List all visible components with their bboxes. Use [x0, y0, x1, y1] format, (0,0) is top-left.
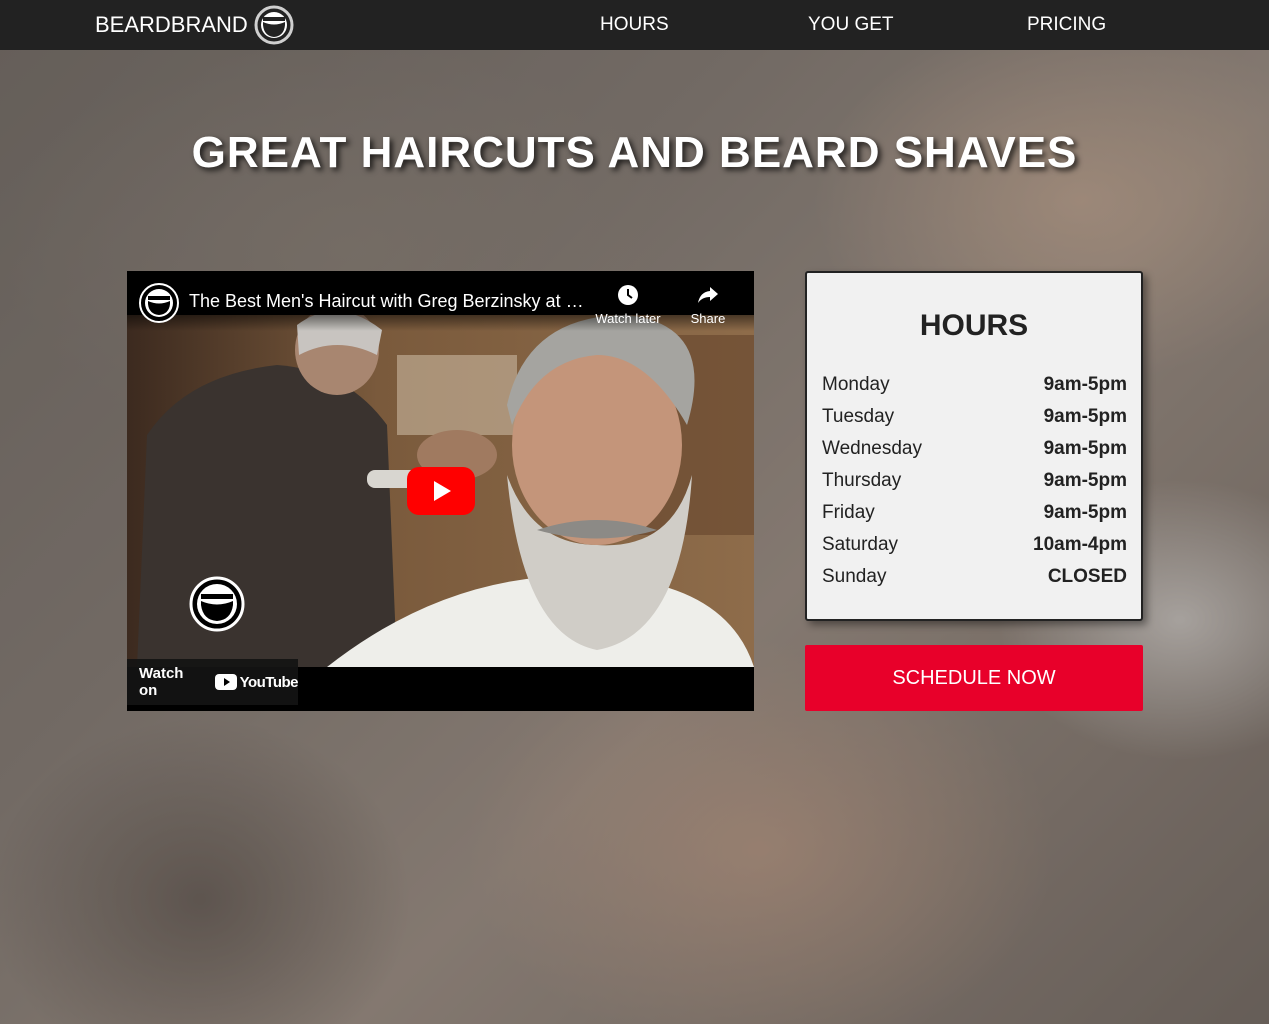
hours-time: 9am-5pm [1043, 406, 1127, 427]
hours-row-sunday: Sunday CLOSED [822, 561, 1127, 593]
day-label: Wednesday [822, 438, 922, 459]
day-label: Sunday [822, 566, 887, 587]
video-title[interactable]: The Best Men's Haircut with Greg Berzins… [189, 291, 589, 312]
share-label: Share [690, 311, 726, 326]
hours-time: 9am-5pm [1043, 502, 1127, 523]
youtube-logo: YouTube [214, 673, 299, 691]
channel-avatar-icon[interactable] [139, 283, 179, 323]
hours-time: 9am-5pm [1043, 470, 1127, 491]
youtube-embed[interactable]: The Best Men's Haircut with Greg Berzins… [127, 271, 754, 711]
day-label: Thursday [822, 470, 902, 491]
day-label: Friday [822, 502, 875, 523]
day-label: Tuesday [822, 406, 895, 427]
channel-watermark-icon [189, 576, 245, 632]
hours-card: HOURS Monday 9am-5pm Tuesday 9am-5pm Wed… [805, 271, 1143, 621]
beard-logo-icon [254, 5, 294, 45]
hours-row-thursday: Thursday 9am-5pm [822, 465, 1127, 497]
youtube-wordmark: YouTube [239, 673, 299, 691]
schedule-now-button[interactable]: SCHEDULE NOW [805, 645, 1143, 711]
watch-later-label: Watch later [595, 311, 661, 326]
hero-headline: GREAT HAIRCUTS AND BEARD SHAVES [191, 128, 1078, 177]
video-top-bar: The Best Men's Haircut with Greg Berzins… [127, 271, 754, 331]
hours-row-friday: Friday 9am-5pm [822, 497, 1127, 529]
hours-time: 9am-5pm [1043, 374, 1127, 395]
share-button[interactable]: Share [668, 283, 748, 326]
watch-on-youtube-button[interactable]: Watch on YouTube [127, 659, 299, 705]
brand-link[interactable]: BEARDBRAND [95, 0, 294, 50]
day-label: Monday [822, 374, 890, 395]
hours-time: 10am-4pm [1033, 534, 1127, 555]
hours-list: Monday 9am-5pm Tuesday 9am-5pm Wednesday… [822, 369, 1127, 593]
hours-row-wednesday: Wednesday 9am-5pm [822, 433, 1127, 465]
youtube-icon [214, 674, 237, 690]
watch-on-label: Watch on [139, 665, 184, 699]
play-icon[interactable] [407, 467, 475, 515]
nav-pricing-link[interactable]: PRICING [1027, 0, 1106, 50]
clock-icon [618, 285, 638, 305]
hours-time: CLOSED [1047, 566, 1127, 587]
hours-row-saturday: Saturday 10am-4pm [822, 529, 1127, 561]
share-icon [698, 287, 718, 303]
watch-later-button[interactable]: Watch later [588, 283, 668, 326]
brand-name: BEARDBRAND [95, 12, 248, 37]
day-label: Saturday [822, 534, 899, 555]
hours-row-monday: Monday 9am-5pm [822, 369, 1127, 401]
navbar: BEARDBRAND HOURS YOU GET PRICING [0, 0, 1269, 50]
hours-title: HOURS [919, 309, 1029, 342]
hours-time: 9am-5pm [1043, 438, 1127, 459]
nav-hours-link[interactable]: HOURS [600, 0, 669, 50]
nav-you-get-link[interactable]: YOU GET [808, 0, 894, 50]
hours-row-tuesday: Tuesday 9am-5pm [822, 401, 1127, 433]
